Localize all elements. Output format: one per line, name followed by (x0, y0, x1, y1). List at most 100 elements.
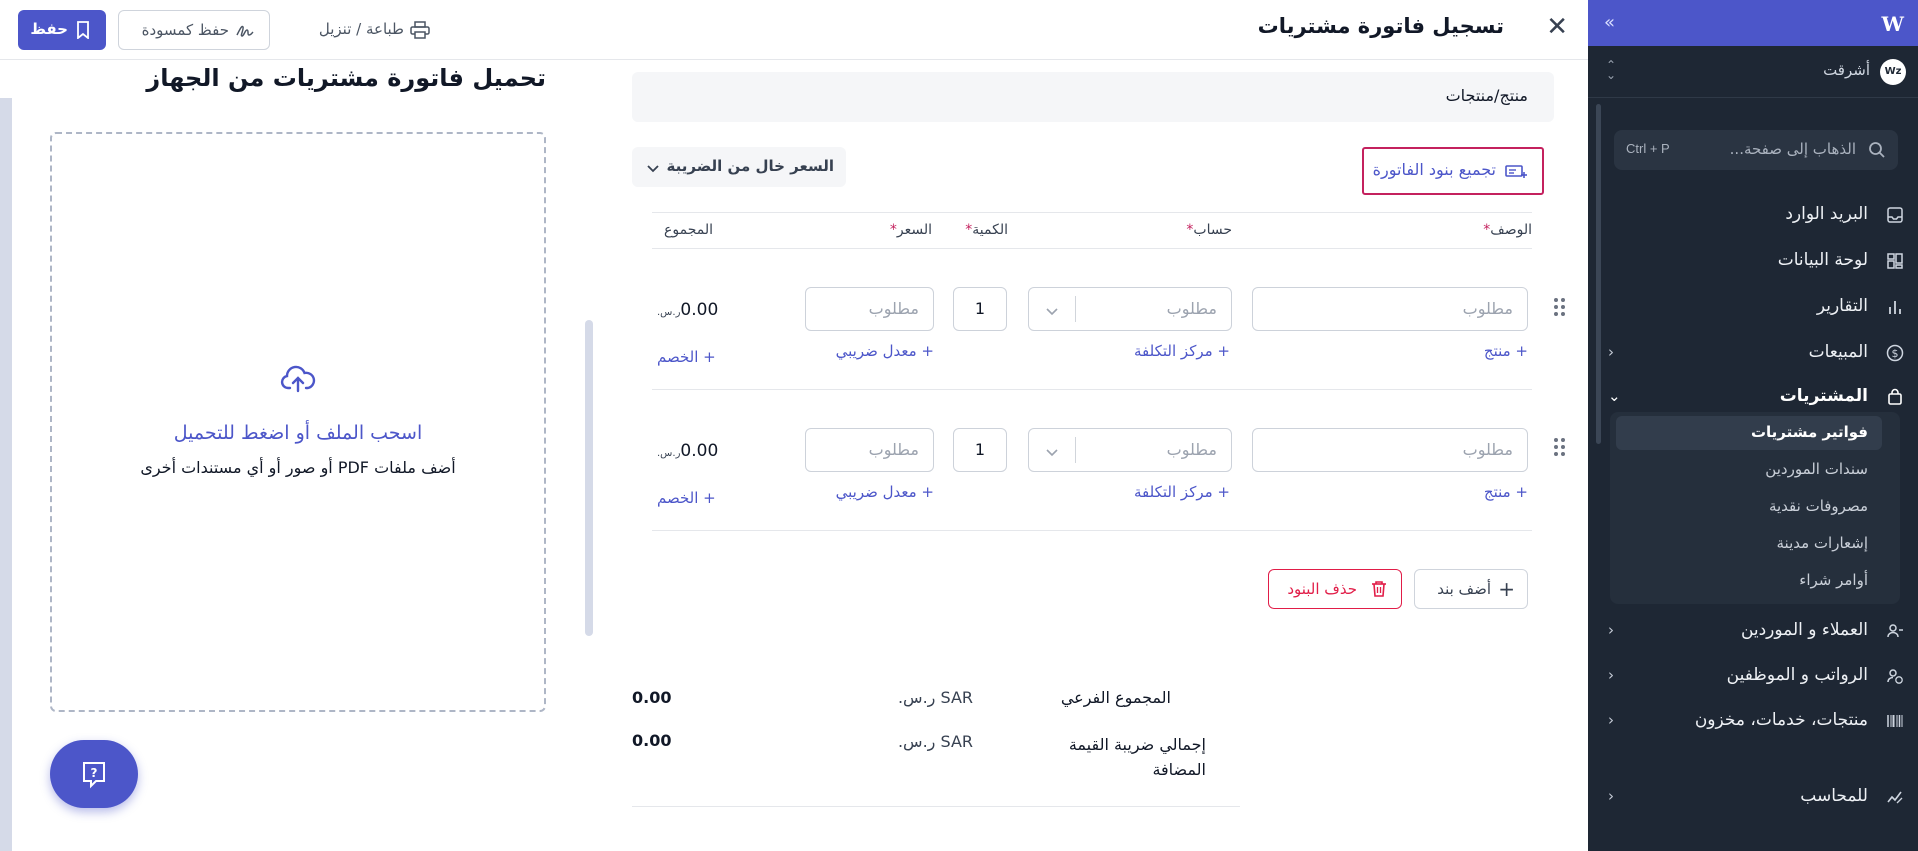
org-name: أشرقت (1823, 61, 1870, 79)
file-dropzone[interactable]: اسحب الملف أو اضغط للتحميل أضف ملفات PDF… (50, 132, 546, 712)
left-scrollbar[interactable] (0, 98, 12, 851)
inbox-icon (1886, 206, 1904, 228)
input-placeholder: مطلوب (1462, 299, 1513, 318)
print-download-label: طباعة / تنزيل (318, 20, 404, 38)
submenu-item-purchase-invoices[interactable]: فواتير مشتريات (1588, 418, 1918, 450)
chevron-up-down-icon: ⌃ ⌄ (1606, 58, 1617, 82)
save-draft-label: حفظ كمسودة (141, 21, 229, 39)
divider (652, 248, 1532, 249)
submenu-item-cash-expenses[interactable]: مصروفات نقدية (1588, 492, 1918, 524)
select-separator (1075, 296, 1076, 322)
save-button[interactable]: حفظ (18, 10, 106, 50)
drag-handle-icon[interactable] (1554, 438, 1568, 456)
submenu-item-label: فواتير مشتريات (1750, 423, 1868, 441)
sidebar-item-reports[interactable]: التقارير (1588, 288, 1918, 328)
group-invoice-lines-button[interactable]: تجميع بنود الفاتورة (1362, 147, 1544, 195)
chart-icon (1886, 298, 1904, 320)
chevron-left-icon: ‹ (1608, 787, 1614, 805)
currency-label: ر.س. (657, 307, 681, 318)
collapse-sidebar-icon[interactable]: » (1604, 12, 1615, 33)
price-input[interactable]: مطلوب (805, 287, 934, 331)
sidebar-item-label: للمحاسب (1800, 786, 1868, 806)
upload-title: تحميل فاتورة مشتريات من الجهاز (146, 64, 546, 92)
account-select[interactable]: مطلوب (1028, 428, 1232, 472)
add-discount-link[interactable]: + الخصم (657, 348, 716, 366)
column-header-account: حساب* (1186, 222, 1232, 238)
chevron-left-icon: ‹ (1608, 711, 1614, 729)
add-cost-center-link[interactable]: + مركز التكلفة (1134, 483, 1230, 501)
org-avatar: Wz (1880, 59, 1906, 85)
line-total: 0.00ر.س. (657, 300, 718, 320)
sidebar-item-products[interactable]: منتجات، خدمات، مخزون ‹ (1588, 702, 1918, 742)
help-button[interactable]: ? (50, 740, 138, 808)
svg-text:?: ? (91, 766, 98, 780)
add-product-link[interactable]: + منتج (1484, 483, 1528, 501)
save-button-label: حفظ (30, 20, 68, 38)
submenu-item-debit-notes[interactable]: إشعارات مدينة (1588, 529, 1918, 561)
sidebar-item-sales[interactable]: $ المبيعات ‹ (1588, 334, 1918, 374)
chevron-down-icon: ⌄ (1608, 387, 1621, 405)
products-section-header: منتج/منتجات (632, 72, 1554, 122)
submenu-item-label: أوامر شراء (1799, 571, 1868, 589)
delete-lines-button[interactable]: حذف البنود (1268, 569, 1402, 609)
plus-icon: + (1498, 577, 1515, 601)
add-line-button[interactable]: + أضف بند (1414, 569, 1528, 609)
description-input[interactable]: مطلوب (1252, 287, 1528, 331)
sidebar-item-label: الرواتب و الموظفين (1726, 665, 1868, 685)
tax-mode-dropdown[interactable]: السعر خال من الضريبة (632, 147, 846, 187)
column-header-price: السعر* (890, 222, 932, 238)
sidebar-item-label: العملاء و الموردين (1740, 620, 1868, 640)
content-scrollbar[interactable] (585, 320, 593, 636)
chevron-left-icon: ‹ (1608, 666, 1614, 684)
divider (652, 389, 1532, 390)
quantity-input[interactable]: 1 (953, 428, 1007, 472)
line-total: 0.00ر.س. (657, 441, 718, 461)
quantity-value: 1 (974, 440, 986, 459)
submenu-item-purchase-orders[interactable]: أوامر شراء (1588, 566, 1918, 598)
account-select[interactable]: مطلوب (1028, 287, 1232, 331)
organization-switcher[interactable]: Wz أشرقت ⌃ ⌄ (1588, 46, 1918, 98)
dropzone-sub-text: أضف ملفات PDF أو صور أو أي مستندات أخرى (140, 458, 456, 477)
printer-icon (410, 21, 430, 43)
chevron-left-icon: ‹ (1608, 343, 1614, 361)
tax-mode-value: السعر خال من الضريبة (666, 157, 834, 175)
column-header-text: الكمية (972, 222, 1008, 238)
shopping-bag-icon (1886, 388, 1904, 410)
totals-divider (632, 806, 1240, 807)
input-placeholder: مطلوب (868, 440, 919, 459)
payroll-icon (1886, 667, 1904, 689)
input-placeholder: مطلوب (868, 299, 919, 318)
print-download-button[interactable]: طباعة / تنزيل (300, 10, 440, 50)
sidebar-item-inbox[interactable]: البريد الوارد (1588, 196, 1918, 236)
add-discount-link[interactable]: + الخصم (657, 489, 716, 507)
app-logo[interactable]: W (1882, 12, 1904, 36)
drag-handle-icon[interactable] (1554, 298, 1568, 316)
sidebar-item-accountant[interactable]: للمحاسب ‹ (1588, 778, 1918, 818)
users-icon (1886, 622, 1904, 644)
close-icon[interactable]: ✕ (1546, 14, 1568, 40)
column-header-text: السعر (896, 222, 932, 238)
subtotal-value: 0.00 (632, 688, 672, 707)
submenu-item-label: إشعارات مدينة (1776, 534, 1869, 552)
add-product-link[interactable]: + منتج (1484, 342, 1528, 360)
save-draft-button[interactable]: حفظ كمسودة (118, 10, 270, 50)
add-tax-rate-link[interactable]: + معدل ضريبي (836, 483, 934, 501)
required-mark: * (889, 222, 897, 238)
sidebar-item-customers-suppliers[interactable]: العملاء و الموردين ‹ (1588, 612, 1918, 652)
sidebar-item-label: منتجات، خدمات، مخزون (1694, 710, 1868, 730)
line-total-value: 0.00 (680, 300, 719, 320)
currency-label: ر.س. (657, 448, 681, 459)
sidebar-item-payroll[interactable]: الرواتب و الموظفين ‹ (1588, 657, 1918, 697)
price-input[interactable]: مطلوب (805, 428, 934, 472)
add-cost-center-link[interactable]: + مركز التكلفة (1134, 342, 1230, 360)
column-header-quantity: الكمية* (965, 222, 1008, 238)
vat-total-value: 0.00 (632, 731, 672, 750)
trash-icon (1371, 580, 1387, 602)
sidebar-item-dashboard[interactable]: لوحة البيانات (1588, 242, 1918, 282)
quantity-input[interactable]: 1 (953, 287, 1007, 331)
submenu-item-supplier-vouchers[interactable]: سندات الموردين (1588, 455, 1918, 487)
add-tax-rate-link[interactable]: + معدل ضريبي (836, 342, 934, 360)
description-input[interactable]: مطلوب (1252, 428, 1528, 472)
input-placeholder: مطلوب (1166, 440, 1217, 459)
page-search-input[interactable]: الذهاب إلى صفحة... Ctrl + P (1614, 130, 1898, 170)
